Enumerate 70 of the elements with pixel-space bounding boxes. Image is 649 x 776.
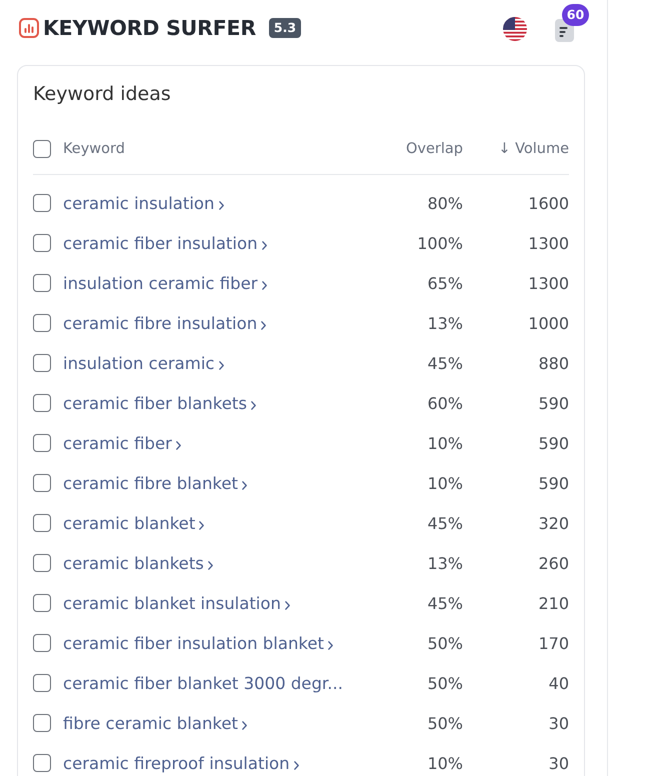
checkbox[interactable]: [33, 514, 51, 532]
overlap-cell: 13%: [427, 314, 463, 332]
checkbox[interactable]: [33, 314, 51, 332]
checkbox[interactable]: [33, 474, 51, 492]
volume-cell: 1300: [528, 234, 569, 252]
volume-cell: 590: [538, 434, 569, 452]
card-title: Keyword ideas: [33, 82, 172, 106]
keyword-link[interactable]: ceramic fiber blanket 3000 degr...: [63, 674, 343, 692]
overlap-cell: 10%: [427, 434, 463, 452]
checkbox[interactable]: [33, 354, 51, 372]
keyword-link[interactable]: fibre ceramic blanket: [63, 714, 247, 732]
keyword-link[interactable]: ceramic fiber insulation blanket: [63, 634, 333, 652]
volume-cell: 590: [538, 394, 569, 412]
checkbox[interactable]: [33, 554, 51, 572]
volume-cell: 170: [538, 634, 569, 652]
keyword-link[interactable]: ceramic blankets: [63, 554, 213, 572]
volume-cell: 30: [548, 714, 569, 732]
version-badge: 5.3: [268, 18, 302, 38]
count-badge: 60: [562, 4, 589, 26]
overlap-cell: 100%: [417, 234, 463, 252]
checkbox[interactable]: [33, 714, 51, 732]
keyword-link[interactable]: ceramic insulation: [63, 194, 224, 212]
overlap-cell: 10%: [427, 474, 463, 492]
volume-cell: 1600: [528, 194, 569, 212]
overlap-cell: 60%: [427, 394, 463, 412]
overlap-cell: 80%: [427, 194, 463, 212]
volume-cell: 880: [538, 354, 569, 372]
column-header[interactable]: Overlap: [406, 140, 463, 156]
keyword-link[interactable]: ceramic fiber blankets: [63, 394, 256, 412]
keyword-link[interactable]: insulation ceramic fiber: [63, 274, 267, 292]
checkbox[interactable]: [33, 394, 51, 412]
logo-icon: [19, 18, 39, 38]
keyword-link[interactable]: ceramic fiber insulation: [63, 234, 267, 252]
overlap-cell: 65%: [427, 274, 463, 292]
keyword-link[interactable]: ceramic fiber: [63, 434, 181, 452]
keyword-link[interactable]: ceramic blanket: [63, 514, 204, 532]
overlap-cell: 10%: [427, 754, 463, 772]
checkbox[interactable]: [33, 594, 51, 612]
volume-cell: 320: [538, 514, 569, 532]
volume-cell: 260: [538, 554, 569, 572]
checkbox[interactable]: [33, 274, 51, 292]
overlap-cell: 50%: [427, 634, 463, 652]
volume-cell: 590: [538, 474, 569, 492]
column-header[interactable]: ↓ Volume: [498, 140, 569, 156]
overlap-cell: 45%: [427, 594, 463, 612]
keyword-link[interactable]: insulation ceramic: [63, 354, 224, 372]
overlap-cell: 45%: [427, 514, 463, 532]
volume-cell: 30: [548, 754, 569, 772]
app-title: KEYWORD SURFER: [43, 16, 256, 40]
keyword-link[interactable]: ceramic blanket insulation: [63, 594, 290, 612]
checkbox[interactable]: [33, 434, 51, 452]
checkbox[interactable]: [33, 754, 51, 772]
keyword-link[interactable]: ceramic fireproof insulation: [63, 754, 299, 772]
overlap-cell: 13%: [427, 554, 463, 572]
volume-cell: 1000: [528, 314, 569, 332]
keyword-link[interactable]: ceramic fibre insulation: [63, 314, 266, 332]
overlap-cell: 45%: [427, 354, 463, 372]
keyword-link[interactable]: ceramic fibre blanket: [63, 474, 247, 492]
checkbox[interactable]: [33, 674, 51, 692]
checkbox[interactable]: [33, 634, 51, 652]
checkbox[interactable]: [33, 140, 51, 158]
checkbox[interactable]: [33, 234, 51, 252]
overlap-cell: 50%: [427, 674, 463, 692]
volume-cell: 210: [538, 594, 569, 612]
volume-cell: 40: [548, 674, 569, 692]
checkbox[interactable]: [33, 194, 51, 212]
column-header[interactable]: Keyword: [63, 140, 125, 156]
flag-icon[interactable]: [503, 17, 527, 41]
overlap-cell: 50%: [427, 714, 463, 732]
volume-cell: 1300: [528, 274, 569, 292]
